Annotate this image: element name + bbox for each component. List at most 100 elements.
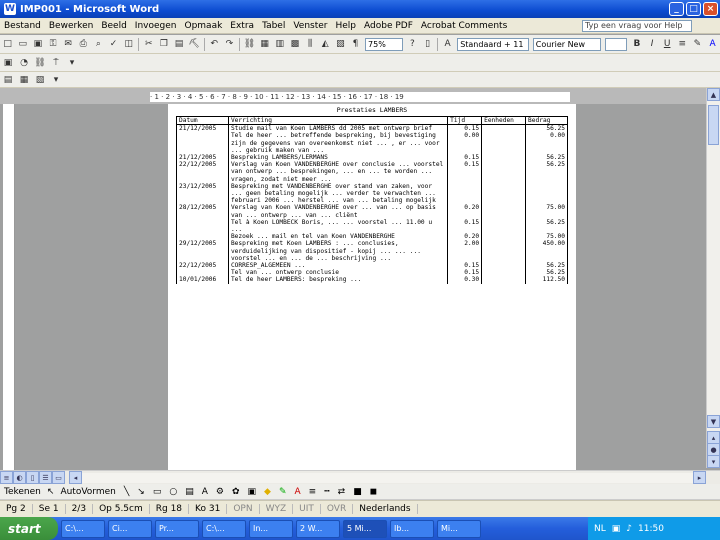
scroll-right-icon[interactable]: ▸ xyxy=(693,471,706,484)
research-icon[interactable]: ◫ xyxy=(122,37,135,51)
maximize-button[interactable]: □ xyxy=(686,2,701,16)
font-size-select[interactable] xyxy=(604,37,628,51)
taskbar-item[interactable]: Pr... xyxy=(155,519,199,538)
scroll-up-icon[interactable]: ▲ xyxy=(707,88,720,101)
oval-icon[interactable]: ○ xyxy=(165,487,181,497)
line-color-icon[interactable]: ✎ xyxy=(275,487,291,497)
autoshapes-menu[interactable]: AutoVormen xyxy=(56,487,119,497)
menu-help[interactable]: Help xyxy=(332,21,361,31)
print-preview-icon[interactable]: ⌕ xyxy=(92,37,105,51)
horizontal-scroll-track[interactable] xyxy=(82,472,693,483)
status-extend[interactable]: UIT xyxy=(293,504,321,514)
status-record[interactable]: OPN xyxy=(227,504,260,514)
close-button[interactable]: × xyxy=(703,2,718,16)
language-indicator[interactable]: NL xyxy=(594,524,606,534)
italic-button[interactable]: I xyxy=(645,37,658,51)
document-page[interactable]: Prestaties LAMBERS Datum Verrichting Tij… xyxy=(168,104,576,470)
insert-table-icon[interactable]: ▥ xyxy=(273,37,286,51)
columns-icon[interactable]: ⫼ xyxy=(303,37,316,51)
menu-bewerken[interactable]: Bewerken xyxy=(45,21,97,31)
dash-style-icon[interactable]: ┅ xyxy=(320,487,333,497)
select-objects-icon[interactable]: ↖ xyxy=(45,487,57,497)
stamp-icon[interactable]: ⍑ xyxy=(49,56,63,70)
reject-change-icon[interactable]: ▧ xyxy=(33,73,47,87)
undo-icon[interactable]: ↶ xyxy=(208,37,221,51)
menu-beeld[interactable]: Beeld xyxy=(97,21,130,31)
show-hide-icon[interactable]: ¶ xyxy=(349,37,362,51)
status-overtype[interactable]: OVR xyxy=(321,504,354,514)
track-changes-icon[interactable]: ▤ xyxy=(1,73,15,87)
scroll-left-icon[interactable]: ◂ xyxy=(69,471,82,484)
style-select[interactable]: Standaard + 11 xyxy=(457,37,529,51)
help-icon[interactable]: ? xyxy=(406,37,419,51)
toolbar-options-icon[interactable]: ▾ xyxy=(49,73,63,87)
web-view-icon[interactable]: ◐ xyxy=(13,471,26,484)
convert-pdf-icon[interactable]: ▣ xyxy=(1,56,15,70)
menu-invoegen[interactable]: Invoegen xyxy=(131,21,181,31)
font-color-draw-icon[interactable]: A xyxy=(291,487,305,497)
text-box-icon[interactable]: ▤ xyxy=(181,487,198,497)
taskbar-item[interactable]: Mi... xyxy=(437,519,481,538)
underline-button[interactable]: U xyxy=(661,37,674,51)
start-button[interactable]: start xyxy=(0,517,58,540)
picture-icon[interactable]: ▣ xyxy=(244,487,261,497)
taskbar-item[interactable]: Ib... xyxy=(390,519,434,538)
scroll-down-icon[interactable]: ▼ xyxy=(707,415,720,428)
draw-menu[interactable]: Tekenen xyxy=(0,487,45,497)
styles-icon[interactable]: A xyxy=(441,37,454,51)
spelling-icon[interactable]: ✓ xyxy=(107,37,120,51)
print-icon[interactable]: ⎙ xyxy=(77,37,90,51)
next-page-icon[interactable]: ▾ xyxy=(707,455,720,468)
line-style-icon[interactable]: ≡ xyxy=(305,487,321,497)
attach-icon[interactable]: ⛓ xyxy=(33,56,47,70)
vertical-ruler[interactable] xyxy=(3,104,15,474)
highlight-icon[interactable]: ✎ xyxy=(691,37,704,51)
menu-tabel[interactable]: Tabel xyxy=(258,21,289,31)
3d-icon[interactable]: ◼ xyxy=(366,487,381,497)
outline-view-icon[interactable]: ☰ xyxy=(39,471,52,484)
minimize-button[interactable]: _ xyxy=(669,2,684,16)
cut-icon[interactable]: ✂ xyxy=(142,37,155,51)
menu-venster[interactable]: Venster xyxy=(289,21,331,31)
save-icon[interactable]: ▣ xyxy=(31,37,44,51)
tables-borders-icon[interactable]: ▦ xyxy=(258,37,271,51)
arrow-style-icon[interactable]: ⇄ xyxy=(334,487,350,497)
accept-change-icon[interactable]: ▦ xyxy=(17,73,31,87)
word-app-icon[interactable]: W xyxy=(4,3,16,15)
menu-opmaak[interactable]: Opmaak xyxy=(180,21,226,31)
shadow-icon[interactable]: ■ xyxy=(349,487,366,497)
zoom-select[interactable]: 75% xyxy=(365,37,403,51)
taskbar-item[interactable]: C:\... xyxy=(61,519,105,538)
print-layout-icon[interactable]: ▯ xyxy=(26,471,39,484)
menu-extra[interactable]: Extra xyxy=(226,21,258,31)
taskbar-item[interactable]: In... xyxy=(249,519,293,538)
font-select[interactable]: Courier New xyxy=(532,37,601,51)
open-folder-icon[interactable]: ▭ xyxy=(16,37,29,51)
align-left-icon[interactable]: ≡ xyxy=(676,37,689,51)
scroll-thumb[interactable] xyxy=(708,105,719,145)
help-search-input[interactable]: Typ een vraag voor Help xyxy=(582,20,692,32)
taskbar-item[interactable]: C:\... xyxy=(202,519,246,538)
taskbar-item[interactable]: 2 W... xyxy=(296,519,340,538)
clipart-icon[interactable]: ✿ xyxy=(228,487,244,497)
horizontal-scrollbar[interactable]: ≡ ◐ ▯ ☰ ▭ ◂ ▸ xyxy=(0,470,720,484)
network-icon[interactable]: ▣ xyxy=(612,524,621,534)
horizontal-ruler[interactable]: · 1 · 2 · 3 · 4 · 5 · 6 · 7 · 8 · 9 · 10… xyxy=(150,92,570,102)
fill-color-icon[interactable]: ◆ xyxy=(260,487,275,497)
document-map-icon[interactable]: ▧ xyxy=(334,37,347,51)
volume-icon[interactable]: ♪ xyxy=(626,524,632,534)
reading-view-icon[interactable]: ▭ xyxy=(52,471,65,484)
drawing-icon[interactable]: ◭ xyxy=(319,37,332,51)
vertical-scrollbar[interactable]: ▲ ▼ ▴ ● ▾ xyxy=(706,88,720,468)
redo-icon[interactable]: ↷ xyxy=(223,37,236,51)
read-icon[interactable]: ▯ xyxy=(421,37,434,51)
status-track[interactable]: WYZ xyxy=(260,504,294,514)
copy-icon[interactable]: ❐ xyxy=(157,37,170,51)
taskbar-item-word[interactable]: 5 Mi... xyxy=(343,519,387,538)
hyperlink-icon[interactable]: ⛓ xyxy=(243,37,256,51)
arrow-icon[interactable]: ↘ xyxy=(133,487,149,497)
bold-button[interactable]: B xyxy=(630,37,643,51)
clock[interactable]: 11:50 xyxy=(638,524,664,534)
permission-icon[interactable]: ⚿ xyxy=(46,37,59,51)
normal-view-icon[interactable]: ≡ xyxy=(0,471,13,484)
